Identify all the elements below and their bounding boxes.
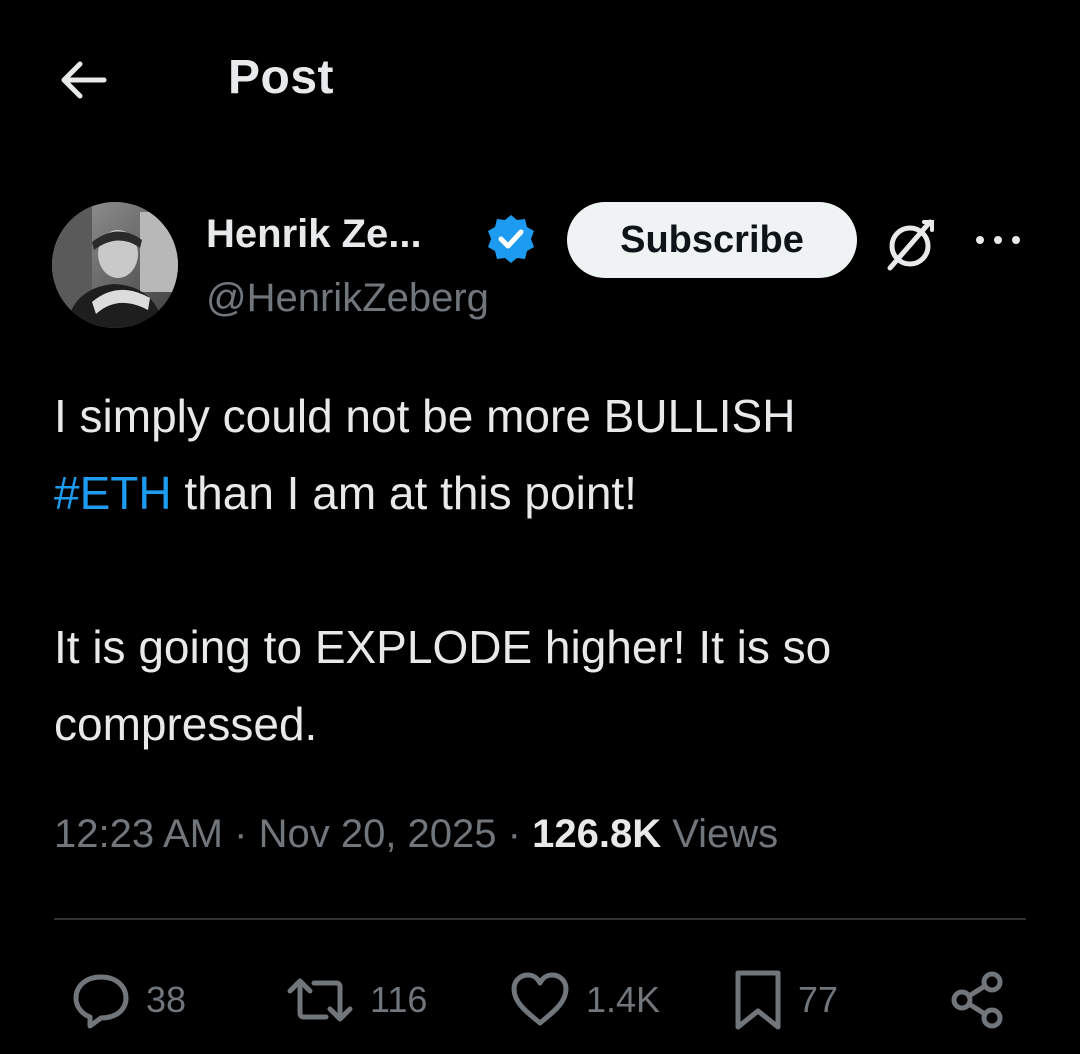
bookmark-count: 77: [798, 979, 839, 1020]
bookmark-button[interactable]: 77: [732, 960, 838, 1040]
action-bar: 38 116 1.4K 77: [0, 960, 1080, 1040]
views-count[interactable]: 126.8K: [532, 812, 661, 856]
bookmark-icon: [735, 970, 781, 1030]
author-handle[interactable]: @HenrikZeberg: [206, 276, 489, 321]
views-label: Views: [672, 812, 779, 856]
back-button[interactable]: [58, 58, 108, 102]
author-name[interactable]: Henrik Ze...: [206, 212, 422, 257]
heart-icon: [511, 972, 569, 1026]
verified-badge-icon: [484, 212, 538, 266]
share-icon: [951, 971, 1003, 1029]
avatar[interactable]: [52, 202, 178, 328]
top-bar: Post: [0, 0, 1080, 160]
tweet-text: I simply could not be more BULLISH #ETH …: [54, 378, 1034, 763]
tweet-line: compressed.: [54, 698, 318, 750]
page-title: Post: [228, 51, 335, 104]
tweet-line: I simply could not be more BULLISH: [54, 390, 796, 442]
subscribe-button[interactable]: Subscribe: [567, 202, 857, 278]
repost-count: 116: [370, 979, 428, 1020]
tweet-line: It is going to EXPLODE higher! It is so: [54, 621, 832, 673]
reply-button[interactable]: 38: [70, 960, 186, 1040]
like-count: 1.4K: [586, 979, 661, 1020]
repost-button[interactable]: 116: [284, 960, 427, 1040]
repost-icon: [287, 978, 353, 1022]
tweet-meta: 12:23 AM · Nov 20, 2025 · 126.8K Views: [54, 812, 778, 857]
tweet-time[interactable]: 12:23 AM: [54, 812, 223, 856]
tweet-line-rest: than I am at this point!: [171, 467, 637, 519]
tweet-date[interactable]: Nov 20, 2025: [259, 812, 497, 856]
separator-dot: ·: [234, 812, 259, 856]
tweet-line: #ETH than I am at this point!: [54, 455, 1034, 532]
separator-dot: ·: [507, 812, 533, 856]
like-button[interactable]: 1.4K: [508, 960, 660, 1040]
arrow-left-icon: [61, 61, 107, 99]
grok-button[interactable]: [880, 214, 940, 274]
divider: [54, 918, 1026, 920]
more-icon: [976, 236, 1020, 244]
grok-icon: [887, 219, 934, 271]
reply-icon: [73, 974, 129, 1029]
share-button[interactable]: [946, 960, 1010, 1040]
hashtag-link[interactable]: #ETH: [54, 467, 172, 519]
reply-count: 38: [146, 979, 187, 1020]
more-button[interactable]: [972, 228, 1024, 252]
